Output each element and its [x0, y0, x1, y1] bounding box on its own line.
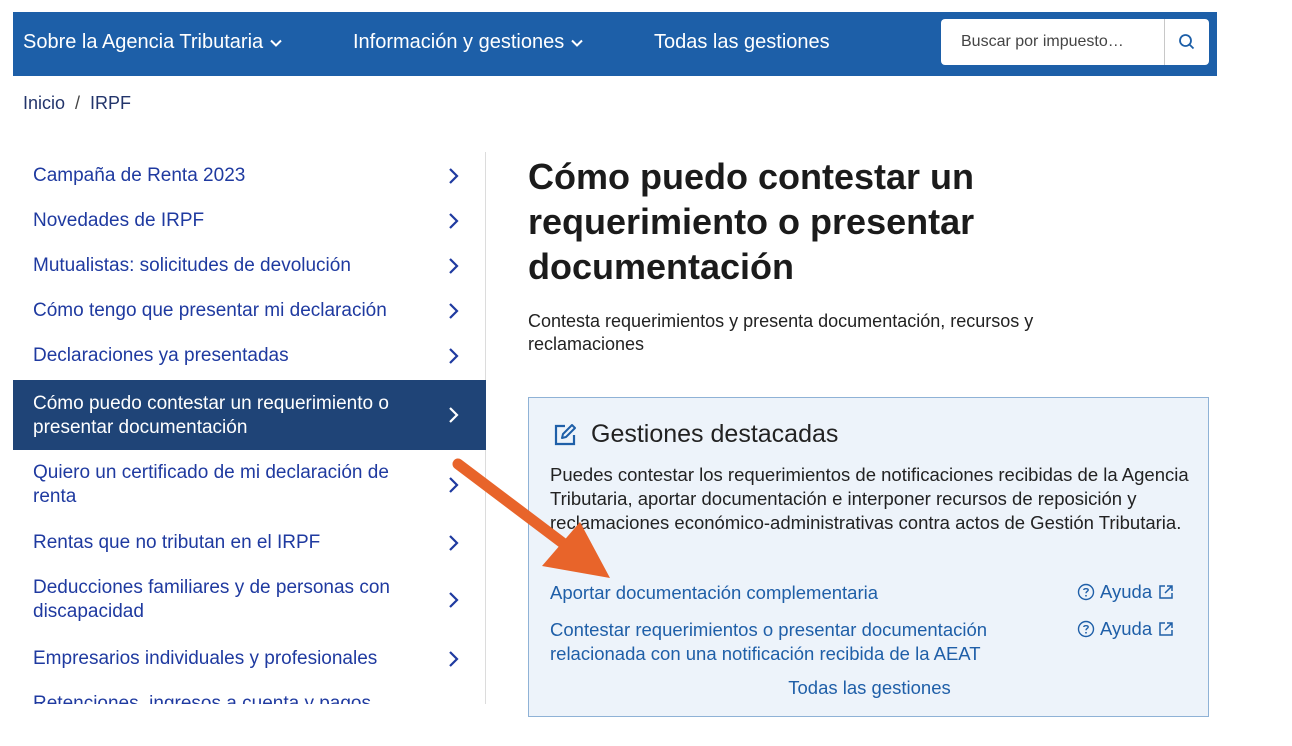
sidebar-nav: Campaña de Renta 2023 Novedades de IRPF … [13, 152, 487, 704]
featured-procedures-heading: Gestiones destacadas [551, 420, 838, 449]
sidebar-item-label: Empresarios individuales y profesionales [33, 648, 378, 669]
breadcrumb-separator: / [75, 93, 81, 113]
sidebar-item-empresarios[interactable]: Empresarios individuales y profesionales [13, 647, 486, 671]
featured-procedures-title: Gestiones destacadas [591, 420, 839, 448]
search-button[interactable] [1164, 19, 1209, 65]
sidebar-item-label: Cómo tengo que presentar mi declaración [33, 300, 387, 321]
sidebar-item-presentar-declaracion[interactable]: Cómo tengo que presentar mi declaración [13, 299, 486, 323]
nav-about-menu[interactable]: Sobre la Agencia Tributaria [23, 31, 283, 54]
chevron-right-icon [449, 592, 459, 608]
chevron-right-icon [449, 348, 459, 364]
sidebar-item-label: Retenciones, ingresos a cuenta y pagos [33, 693, 371, 704]
help-icon [1077, 620, 1095, 638]
sidebar-item-label: Rentas que no tributan en el IRPF [33, 532, 321, 553]
sidebar-item-label: Campaña de Renta 2023 [33, 165, 246, 186]
chevron-down-icon [270, 39, 282, 47]
breadcrumb-current[interactable]: IRPF [90, 93, 131, 113]
breadcrumb: Inicio / IRPF [23, 93, 131, 114]
nav-all-link[interactable]: Todas las gestiones [654, 31, 830, 54]
external-link-icon [1159, 622, 1173, 636]
help-link-aportar[interactable]: Ayuda [1077, 581, 1174, 603]
sidebar-item-campana-renta[interactable]: Campaña de Renta 2023 [13, 164, 486, 188]
sidebar-item-contestar-requerimiento[interactable]: Cómo puedo contestar un requerimiento o … [13, 380, 486, 450]
chevron-right-icon [449, 535, 459, 551]
chevron-down-icon [571, 39, 583, 47]
sidebar-item-declaraciones-presentadas[interactable]: Declaraciones ya presentadas [13, 344, 486, 368]
chevron-right-icon [449, 477, 459, 493]
top-nav-bar: Sobre la Agencia Tributaria Información … [13, 12, 1217, 76]
sidebar-item-label: Declaraciones ya presentadas [33, 345, 289, 366]
help-label: Ayuda [1100, 618, 1153, 639]
nav-about-label: Sobre la Agencia Tributaria [23, 31, 264, 53]
help-icon [1077, 583, 1095, 601]
sidebar-item-label: Cómo puedo contestar un requerimiento o … [33, 393, 389, 438]
external-link-icon [1159, 585, 1173, 599]
sidebar-item-label: Novedades de IRPF [33, 210, 205, 231]
help-link-contestar[interactable]: Ayuda [1077, 618, 1174, 640]
breadcrumb-home[interactable]: Inicio [23, 93, 65, 113]
sidebar-item-label: Deducciones familiares y de personas con… [33, 577, 390, 622]
sidebar-item-deducciones-familiares[interactable]: Deducciones familiares y de personas con… [13, 576, 486, 624]
all-procedures-link[interactable]: Todas las gestiones [529, 677, 1210, 699]
chevron-right-icon [449, 258, 459, 274]
link-aportar-documentacion[interactable]: Aportar documentación complementaria [550, 581, 1050, 605]
featured-procedures-box: Gestiones destacadas Puedes contestar lo… [528, 397, 1209, 717]
chevron-right-icon [449, 303, 459, 319]
chevron-right-icon [449, 407, 459, 423]
sidebar-item-label: Mutualistas: solicitudes de devolución [33, 255, 351, 276]
chevron-right-icon [449, 651, 459, 667]
sidebar-item-rentas-no-tributan[interactable]: Rentas que no tributan en el IRPF [13, 531, 486, 555]
nav-info-label: Información y gestiones [353, 31, 565, 53]
sidebar-item-certificado[interactable]: Quiero un certificado de mi declaración … [13, 461, 486, 509]
link-contestar-requerimientos[interactable]: Contestar requerimientos o presentar doc… [550, 618, 1050, 666]
search-box [941, 19, 1209, 65]
sidebar-item-novedades[interactable]: Novedades de IRPF [13, 209, 486, 233]
chevron-right-icon [449, 213, 459, 229]
sidebar-item-label: Quiero un certificado de mi declaración … [33, 462, 389, 507]
nav-all-label: Todas las gestiones [654, 31, 830, 53]
search-icon [1179, 34, 1195, 50]
sidebar-item-mutualistas[interactable]: Mutualistas: solicitudes de devolución [13, 254, 486, 278]
sidebar-item-retenciones[interactable]: Retenciones, ingresos a cuenta y pagos [13, 692, 486, 704]
edit-icon [554, 423, 576, 445]
featured-procedures-description: Puedes contestar los requerimientos de n… [550, 464, 1189, 533]
page-title: Cómo puedo contestar un requerimiento o … [528, 156, 975, 287]
chevron-right-icon [449, 168, 459, 184]
help-label: Ayuda [1100, 581, 1153, 602]
page-subtitle: Contesta requerimientos y presenta docum… [528, 311, 1034, 354]
nav-info-menu[interactable]: Información y gestiones [353, 31, 584, 54]
search-input[interactable] [941, 19, 1163, 65]
